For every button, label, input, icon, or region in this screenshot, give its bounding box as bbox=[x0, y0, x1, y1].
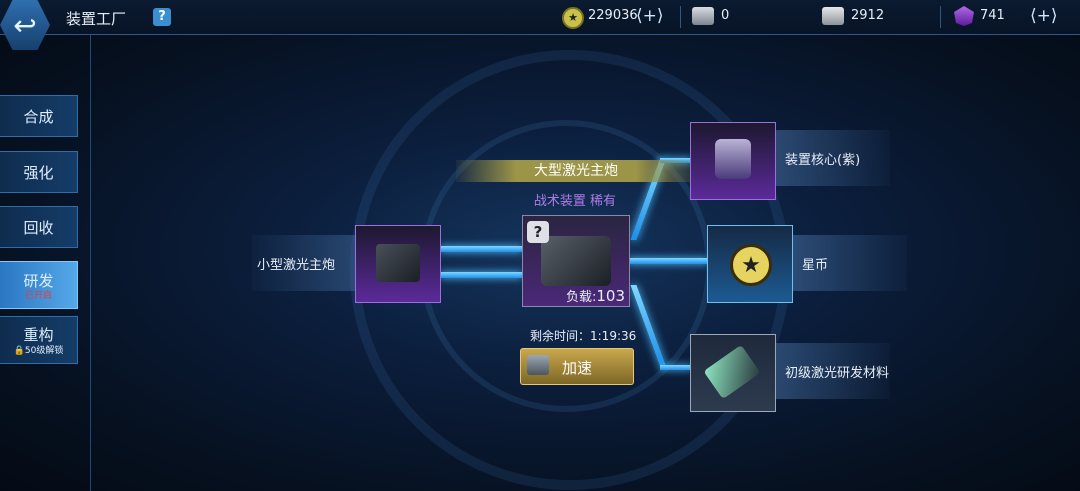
link-line bbox=[628, 258, 708, 264]
lock-note: 🔒50级解锁 bbox=[13, 345, 64, 356]
laser-material-icon bbox=[703, 344, 761, 400]
status-badge: 已开启 bbox=[24, 290, 52, 301]
unknown-badge: ? bbox=[527, 221, 549, 243]
laser-cannon-icon bbox=[376, 244, 420, 282]
device-box-count: 0 bbox=[721, 8, 730, 23]
page-title: 装置工厂 bbox=[66, 10, 127, 28]
output-item-card[interactable] bbox=[690, 334, 776, 412]
link-line bbox=[440, 246, 522, 252]
sidebar-item-label: 重构 bbox=[23, 325, 54, 344]
target-name-banner: 大型激光主炮 bbox=[456, 160, 696, 182]
sidebar-item-research[interactable]: 研发 已开启 bbox=[0, 261, 78, 309]
sidebar-item-recycle[interactable]: 回收 bbox=[0, 206, 78, 248]
output-label: 装置核心(紫) bbox=[775, 130, 890, 186]
add-gems-button[interactable]: ⟨+⟩ bbox=[1030, 6, 1058, 26]
gem-count: 741 bbox=[980, 8, 1005, 23]
time-remaining: 剩余时间：1:19:36 bbox=[530, 329, 637, 343]
divider bbox=[680, 6, 681, 28]
target-rarity: 战术装置 稀有 bbox=[533, 194, 617, 209]
sidebar-divider bbox=[90, 34, 91, 491]
back-arrow-icon: ↩ bbox=[13, 8, 37, 42]
device-core-icon bbox=[715, 139, 751, 179]
coin-icon: ★ bbox=[562, 7, 584, 29]
output-label: 初级激光研发材料 bbox=[775, 343, 890, 399]
sidebar-item-restructure[interactable]: 重构 🔒50级解锁 bbox=[0, 316, 78, 364]
output-label: 星币 bbox=[792, 235, 907, 291]
load-value: 负载:103 bbox=[566, 287, 626, 305]
help-button[interactable]: ? bbox=[153, 8, 171, 26]
link-line bbox=[440, 272, 522, 278]
divider bbox=[940, 6, 941, 28]
source-item-card[interactable] bbox=[355, 225, 441, 303]
metal-crate-count: 2912 bbox=[851, 8, 885, 23]
speedup-item-icon bbox=[527, 355, 549, 375]
output-item-card[interactable]: ★ bbox=[707, 225, 793, 303]
metal-crate-icon bbox=[822, 7, 844, 25]
source-item-label: 小型激光主炮 bbox=[252, 235, 367, 291]
output-item-card[interactable] bbox=[690, 122, 776, 200]
add-coins-button[interactable]: ⟨+⟩ bbox=[636, 6, 664, 26]
link-line bbox=[660, 365, 692, 370]
speedup-label: 加速 bbox=[562, 359, 593, 377]
sidebar-item-synthesize[interactable]: 合成 bbox=[0, 95, 78, 137]
sidebar-item-label: 研发 bbox=[23, 271, 54, 290]
large-laser-cannon-icon bbox=[541, 236, 611, 286]
star-coin-icon: ★ bbox=[730, 244, 772, 286]
coin-count: 229036 bbox=[588, 8, 638, 23]
sidebar-item-enhance[interactable]: 强化 bbox=[0, 151, 78, 193]
device-box-icon bbox=[692, 7, 714, 25]
